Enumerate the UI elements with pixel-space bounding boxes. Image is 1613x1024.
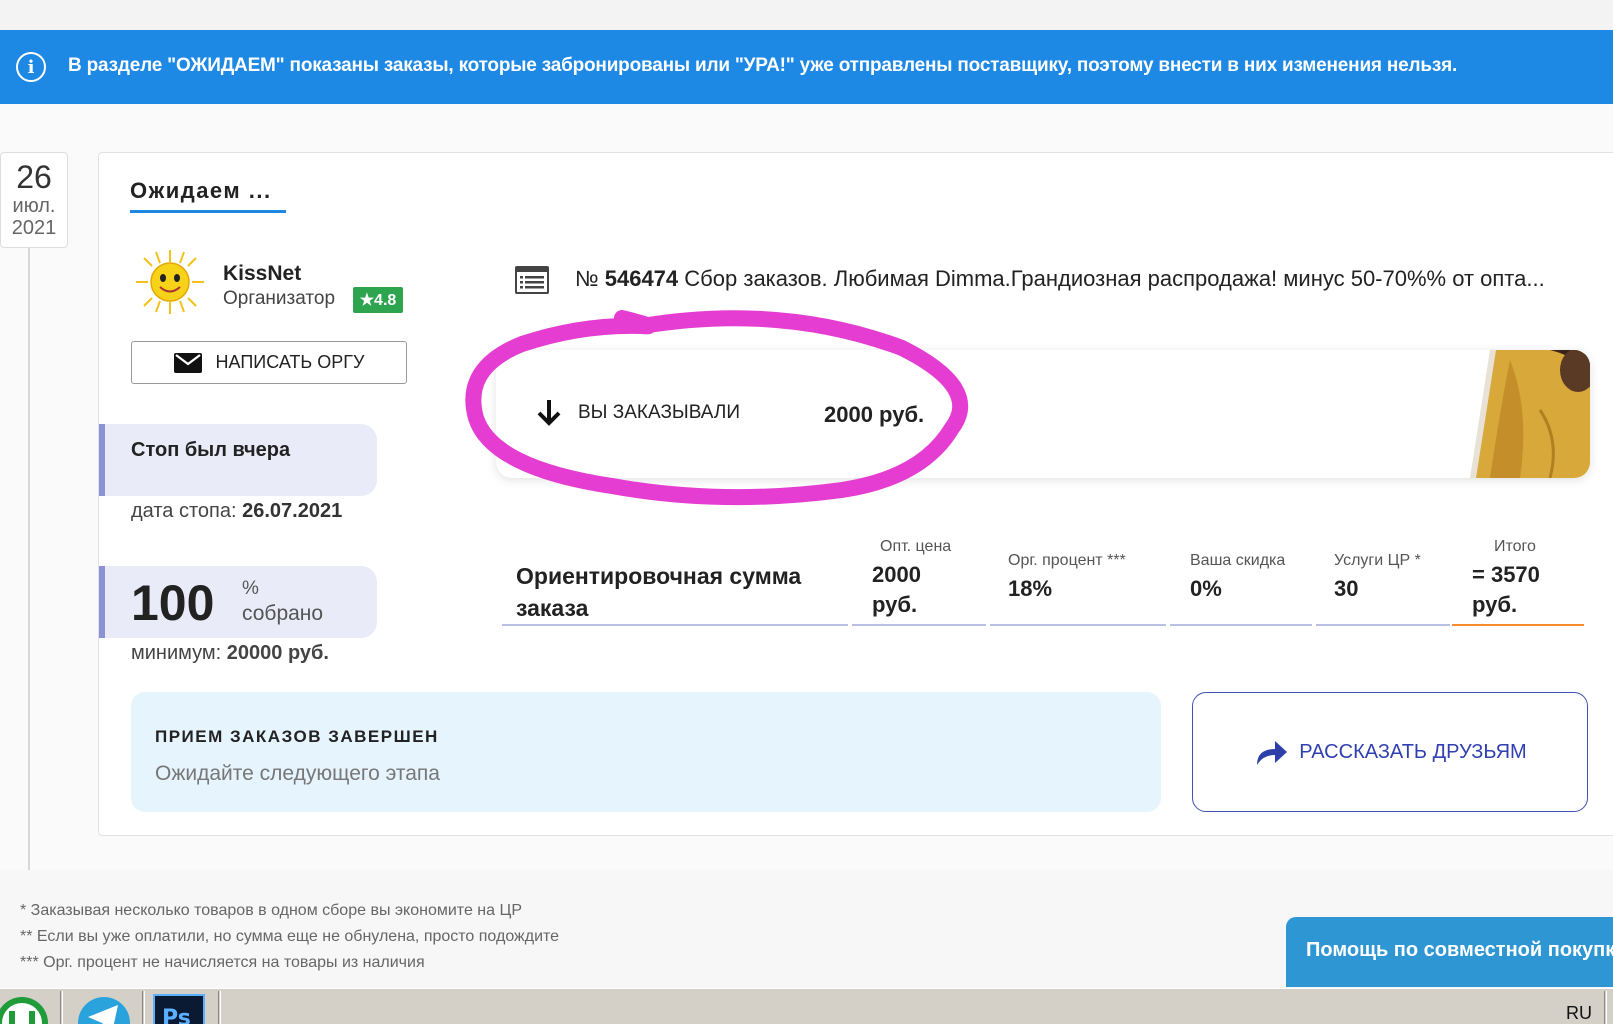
telegram-icon[interactable] — [74, 993, 132, 1024]
footnote-2: ** Если вы уже оплатили, но сумма еще не… — [20, 928, 560, 945]
calc-col-wholesale — [852, 624, 986, 626]
calc-head-total: Итого — [1494, 538, 1536, 555]
orders-closed-title: ПРИЕМ ЗАКАЗОВ ЗАВЕРШЕН — [155, 727, 439, 746]
calc-head-wholesale: Опт. цена — [880, 538, 952, 555]
orders-closed-subtitle: Ожидайте следующего этапа — [155, 762, 440, 785]
info-banner-text: В разделе "ОЖИДАЕМ" показаны заказы, кот… — [68, 55, 1458, 76]
info-banner: i В разделе "ОЖИДАЕМ" показаны заказы, к… — [0, 30, 1613, 104]
date-day: 26 — [16, 159, 52, 195]
stop-text: Стоп был вчера — [131, 439, 291, 461]
organizer-role: Организатор — [223, 288, 336, 309]
orders-closed-box — [131, 692, 1161, 812]
calc-val-services: 30 — [1334, 576, 1359, 601]
share-arrow-icon — [1257, 741, 1288, 765]
rating-badge: ★4.8 — [353, 287, 403, 313]
stop-date-value: 26.07.2021 — [242, 500, 343, 522]
share-with-friends-button[interactable]: РАССКАЗАТЬ ДРУЗЬЯМ — [1192, 692, 1588, 812]
progress-percent-sign: % — [242, 578, 259, 599]
taskbar: Ps RU — [0, 988, 1613, 1024]
estimated-sum-title: Ориентировочная сумма заказа — [516, 563, 802, 621]
stop-date: дата стопа: 26.07.2021 — [131, 500, 342, 523]
calc-col-org-percent — [990, 624, 1166, 626]
order-title: Сбор заказов. Любимая Dimma.Грандиозная … — [684, 266, 1545, 291]
calc-col-services — [1316, 624, 1450, 626]
minimum-value: 20000 руб. — [226, 642, 329, 664]
info-icon: i — [16, 52, 46, 82]
language-indicator[interactable]: RU — [1566, 1003, 1592, 1024]
minimum-text: минимум: 20000 руб. — [131, 642, 329, 665]
stop-date-label: дата стопа: — [131, 500, 237, 522]
sun-avatar-icon[interactable] — [132, 248, 208, 316]
organizer-name[interactable]: KissNet — [223, 262, 301, 286]
taskbar-separator — [142, 991, 145, 1024]
timeline-line — [28, 245, 30, 870]
calc-head-services: Услуги ЦР * — [1334, 552, 1421, 569]
footnote-3: *** Орг. процент не начисляется на товар… — [20, 954, 425, 971]
calc-val-org-percent: 18% — [1008, 576, 1053, 601]
help-button[interactable]: Помощь по совместной покупке — [1286, 917, 1613, 987]
taskbar-separator — [218, 991, 221, 1024]
utorrent-icon[interactable] — [0, 993, 52, 1024]
list-icon — [515, 266, 549, 294]
taskbar-separator — [1604, 991, 1607, 1024]
write-organizer-button[interactable]: НАПИСАТЬ ОРГУ — [131, 341, 407, 384]
calc-col-title-underline — [502, 624, 848, 626]
tab-underline — [130, 210, 286, 213]
progress-value: 100 — [131, 575, 215, 631]
ordered-label: ВЫ ЗАКАЗЫВАЛИ — [578, 402, 741, 423]
calc-val-wholesale: 2000 руб. — [872, 562, 921, 617]
calc-val-discount: 0% — [1190, 576, 1222, 601]
date-badge: 26 июл. 2021 — [0, 152, 68, 248]
minimum-label: минимум: — [131, 642, 222, 664]
photoshop-icon[interactable]: Ps — [152, 993, 210, 1024]
product-thumbnail[interactable] — [1450, 350, 1590, 478]
svg-text:Ps: Ps — [162, 1006, 191, 1024]
order-title-link[interactable]: № 546474 Сбор заказов. Любимая Dimma.Гра… — [575, 266, 1595, 292]
top-strip — [0, 0, 1613, 30]
tab-waiting[interactable]: Ожидаем ... — [130, 178, 272, 204]
order-number: 546474 — [604, 266, 679, 291]
share-label: РАССКАЗАТЬ ДРУЗЬЯМ — [1299, 740, 1527, 763]
order-number-prefix: № — [575, 266, 599, 291]
footnote-1: * Заказывая несколько товаров в одном сб… — [20, 902, 522, 919]
progress-label: собрано — [242, 602, 324, 625]
calc-col-discount — [1170, 624, 1312, 626]
calc-head-org-percent: Орг. процент *** — [1008, 552, 1126, 569]
calc-val-total: = 3570 руб. — [1472, 562, 1540, 617]
calc-col-total — [1452, 624, 1584, 626]
write-organizer-label: НАПИСАТЬ ОРГУ — [215, 352, 365, 372]
mail-icon — [173, 352, 202, 373]
date-month: июл. — [12, 195, 56, 217]
date-year: 2021 — [11, 217, 57, 239]
arrow-down-icon — [537, 400, 561, 426]
taskbar-separator — [60, 991, 63, 1024]
ordered-sum: 2000 руб. — [824, 402, 925, 427]
calc-head-discount: Ваша скидка — [1190, 552, 1286, 569]
